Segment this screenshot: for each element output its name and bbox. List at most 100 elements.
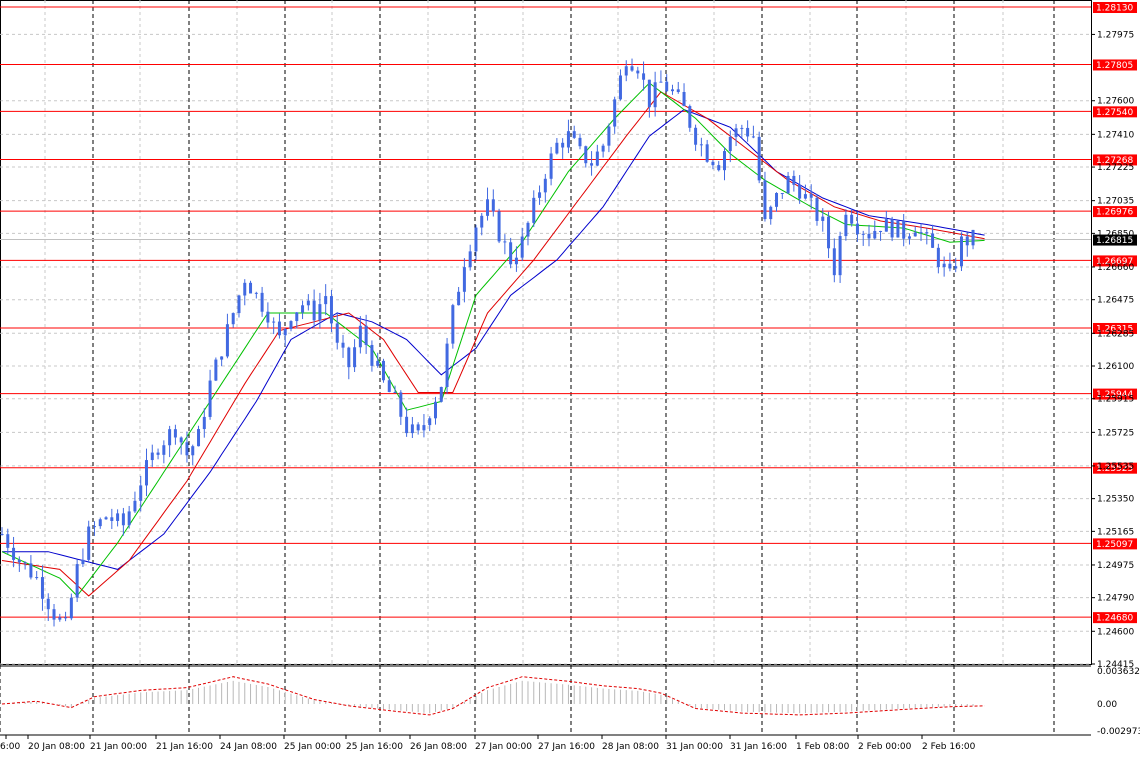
time-axis: 6:00 20 Jan 08:00 21 Jan 00:00 21 Jan 16:00… bbox=[0, 735, 976, 752]
candle-body bbox=[711, 161, 715, 166]
candle-body bbox=[156, 452, 160, 455]
candle-body bbox=[959, 236, 963, 267]
candle-body bbox=[971, 229, 975, 246]
level-label: 1.27540 bbox=[1096, 108, 1133, 118]
candle-body bbox=[676, 89, 680, 92]
time-tick-label: 27 Jan 16:00 bbox=[538, 742, 595, 752]
price-tick-label: 1.27600 bbox=[1097, 97, 1134, 107]
time-tick-label: 27 Jan 00:00 bbox=[475, 742, 532, 752]
osc-tick-label: 0.00 bbox=[1097, 700, 1117, 710]
candle-body bbox=[69, 597, 73, 619]
candle-body bbox=[116, 513, 120, 521]
candle-body bbox=[572, 131, 576, 138]
candle-body bbox=[601, 145, 605, 152]
level-label: 1.25097 bbox=[1096, 540, 1133, 550]
ma-blue-line bbox=[2, 109, 985, 570]
candle-body bbox=[179, 437, 183, 443]
candle-body bbox=[740, 127, 744, 129]
time-tick-label: 26 Jan 08:00 bbox=[410, 742, 467, 752]
level-label: 1.24680 bbox=[1096, 614, 1133, 624]
candle-body bbox=[578, 137, 582, 147]
candles bbox=[0, 58, 975, 627]
candle-body bbox=[324, 296, 328, 305]
candle-body bbox=[92, 526, 96, 528]
candle-body bbox=[295, 312, 299, 322]
candle-body bbox=[705, 144, 709, 162]
candle-body bbox=[936, 247, 940, 268]
candle-body bbox=[353, 347, 357, 368]
candle-body bbox=[0, 534, 4, 536]
candle-body bbox=[277, 321, 281, 336]
candle-body bbox=[399, 392, 403, 417]
candle-body bbox=[312, 300, 316, 321]
candle-body bbox=[64, 617, 68, 619]
candle-body bbox=[844, 214, 848, 237]
candle-body bbox=[942, 263, 946, 268]
candle-body bbox=[260, 292, 264, 312]
price-tick-label: 1.26475 bbox=[1097, 296, 1134, 306]
candle-body bbox=[52, 609, 56, 620]
price-tick-label: 1.25725 bbox=[1097, 428, 1134, 438]
candle-body bbox=[462, 267, 466, 292]
candle-body bbox=[214, 359, 218, 381]
candle-body bbox=[202, 416, 206, 430]
candle-body bbox=[145, 460, 148, 486]
candle-body bbox=[584, 146, 588, 164]
price-tick-label: 1.27975 bbox=[1097, 30, 1134, 40]
candle-body bbox=[509, 242, 513, 265]
candle-body bbox=[237, 295, 241, 314]
price-tick-label: 1.26660 bbox=[1097, 263, 1134, 273]
time-tick-label: 2 Feb 16:00 bbox=[922, 742, 976, 752]
candle-body bbox=[491, 199, 495, 212]
level-label: 1.28130 bbox=[1096, 4, 1133, 14]
candle-body bbox=[965, 236, 969, 246]
candle-body bbox=[439, 386, 443, 402]
candle-body bbox=[919, 232, 923, 234]
time-tick-label: 1 Feb 08:00 bbox=[796, 742, 850, 752]
candle-body bbox=[23, 562, 27, 564]
time-tick-label: 31 Jan 00:00 bbox=[666, 742, 723, 752]
candle-body bbox=[457, 291, 461, 306]
candle-body bbox=[948, 263, 952, 269]
candle-body bbox=[832, 248, 836, 276]
candle-body bbox=[514, 257, 518, 265]
candle-body bbox=[821, 216, 825, 221]
candle-body bbox=[607, 126, 611, 146]
candle-body bbox=[855, 223, 859, 235]
candle-body bbox=[150, 452, 154, 461]
candle-body bbox=[867, 233, 871, 239]
candle-body bbox=[636, 70, 640, 74]
candle-body bbox=[613, 99, 617, 127]
candle-body bbox=[468, 251, 472, 268]
candle-body bbox=[231, 313, 235, 325]
horizontal-levels[interactable]: 1.281301.278051.275401.272681.269761.266… bbox=[0, 2, 1137, 624]
candle-body bbox=[110, 517, 114, 521]
candle-body bbox=[624, 66, 628, 76]
candle-body bbox=[347, 347, 351, 368]
price-tick-label: 1.25165 bbox=[1097, 527, 1134, 537]
candle-body bbox=[335, 323, 339, 343]
candle-body bbox=[341, 342, 345, 348]
candle-body bbox=[434, 401, 437, 419]
candle-body bbox=[809, 194, 813, 198]
price-tick-label: 1.26285 bbox=[1097, 329, 1134, 339]
candle-body bbox=[87, 526, 91, 560]
price-chart[interactable]: 1.281301.278051.275401.272681.269761.266… bbox=[0, 0, 1140, 757]
candle-body bbox=[734, 128, 738, 137]
candle-body bbox=[907, 236, 911, 239]
candle-body bbox=[480, 215, 484, 228]
candle-body bbox=[931, 233, 935, 248]
candle-body bbox=[6, 534, 10, 548]
candle-body bbox=[665, 81, 669, 92]
chart-grid bbox=[0, 0, 1092, 736]
candle-body bbox=[410, 424, 414, 434]
osc-tick-label: -0.002973 bbox=[1097, 727, 1140, 737]
candle-body bbox=[358, 325, 362, 348]
candle-body bbox=[861, 233, 865, 235]
candle-body bbox=[775, 192, 779, 207]
candle-body bbox=[717, 165, 721, 171]
candle-body bbox=[387, 380, 391, 392]
price-tick-label: 1.25350 bbox=[1097, 495, 1134, 505]
candle-body bbox=[422, 425, 426, 431]
candle-body bbox=[428, 418, 432, 426]
